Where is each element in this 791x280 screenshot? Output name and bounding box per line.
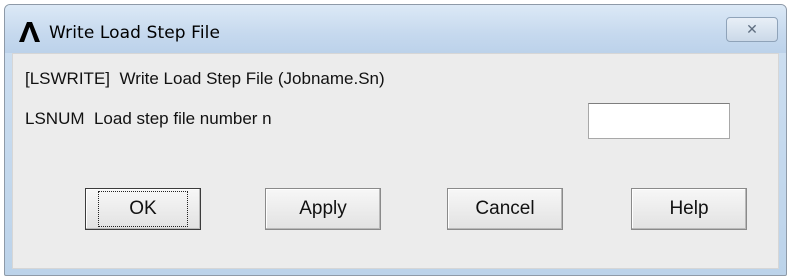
ansys-logo-icon	[19, 22, 40, 42]
apply-button[interactable]: Apply	[265, 188, 381, 230]
apply-button-label: Apply	[299, 198, 347, 219]
lsnum-label: LSNUM Load step file number n	[25, 109, 272, 128]
lsnum-input[interactable]	[588, 103, 730, 139]
cancel-button[interactable]: Cancel	[447, 188, 563, 230]
ok-button[interactable]: OK	[85, 188, 201, 230]
ok-button-label: OK	[98, 191, 188, 227]
cancel-button-label: Cancel	[475, 198, 535, 219]
command-description: [LSWRITE] Write Load Step File (Jobname.…	[25, 69, 385, 88]
dialog-body: [LSWRITE] Write Load Step File (Jobname.…	[12, 53, 779, 269]
help-button[interactable]: Help	[631, 188, 747, 230]
close-icon: ✕	[746, 21, 758, 38]
close-button[interactable]: ✕	[726, 17, 778, 42]
title-bar[interactable]: Write Load Step File ✕	[5, 5, 786, 53]
dialog-window: Write Load Step File ✕ [LSWRITE] Write L…	[4, 4, 787, 276]
window-title: Write Load Step File	[49, 23, 221, 43]
help-button-label: Help	[669, 198, 709, 219]
